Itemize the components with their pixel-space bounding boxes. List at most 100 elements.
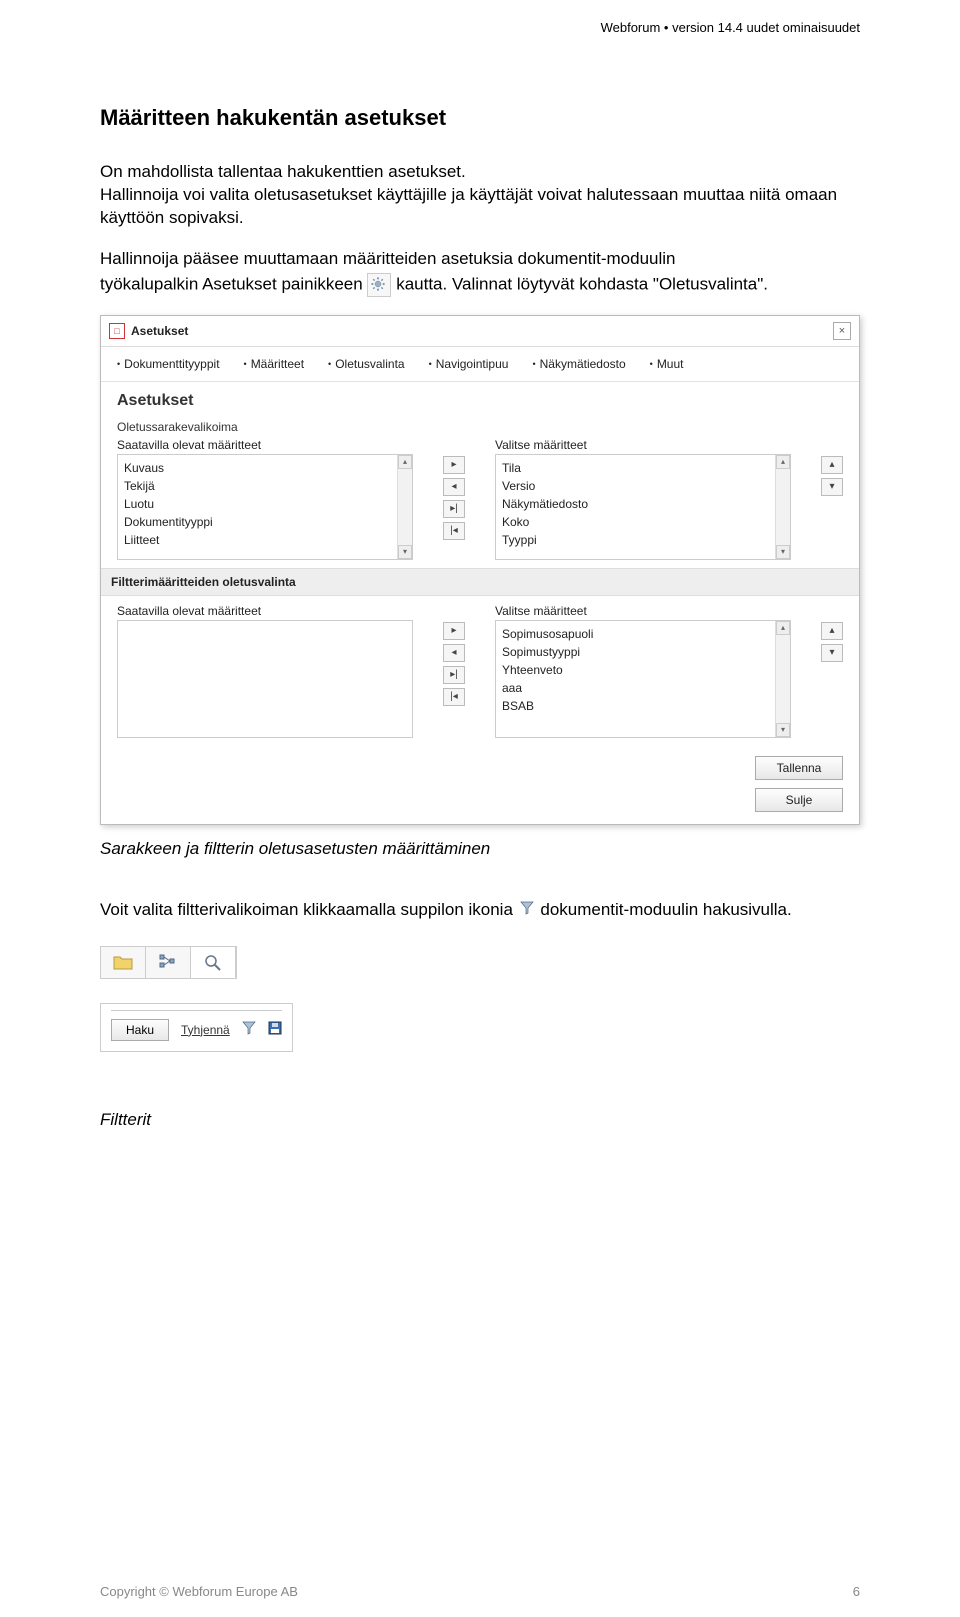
tab-label: Määritteet	[251, 357, 304, 371]
list-item[interactable]: Dokumentityyppi	[124, 513, 391, 531]
move-up-button[interactable]: ▴	[821, 456, 843, 474]
list-item[interactable]: Kuvaus	[124, 459, 391, 477]
tab-label: Navigointipuu	[436, 357, 509, 371]
list-item[interactable]: Sopimusosapuoli	[502, 625, 769, 643]
scrollbar[interactable]: ▴ ▾	[775, 455, 790, 559]
save-button[interactable]: Tallenna	[755, 756, 843, 780]
paragraph-3b-pre: työkalupalkin Asetukset painikkeen	[100, 274, 367, 293]
tab-tree[interactable]	[146, 947, 191, 978]
settings-dialog: □ Asetukset × •Dokumenttityyppit •Määrit…	[100, 315, 860, 825]
paragraph-4: Voit valita filtterivalikoiman klikkaama…	[100, 899, 860, 922]
move-all-right-button[interactable]: ▸|	[443, 500, 465, 518]
scroll-down-icon[interactable]: ▾	[776, 545, 790, 559]
scroll-up-icon[interactable]: ▴	[776, 455, 790, 469]
figure-caption-2: Filtterit	[100, 1110, 860, 1130]
toolbar-screenshot-1	[100, 946, 237, 979]
list-item[interactable]: Koko	[502, 513, 769, 531]
section-title: Määritteen hakukentän asetukset	[100, 105, 860, 131]
figure-caption-1: Sarakkeen ja filtterin oletusasetusten m…	[100, 839, 860, 859]
list-item[interactable]: Luotu	[124, 495, 391, 513]
move-down-button[interactable]: ▾	[821, 644, 843, 662]
search-button[interactable]: Haku	[111, 1019, 169, 1041]
section2-left-head: Saatavilla olevat määritteet	[117, 604, 413, 618]
paragraph-3b: työkalupalkin Asetukset painikkeen kautt…	[100, 273, 860, 297]
section2-right-listbox[interactable]: Sopimusosapuoli Sopimustyyppi Yhteenveto…	[495, 620, 791, 738]
paragraph-1: On mahdollista tallentaa hakukenttien as…	[100, 161, 860, 184]
tab-label: Näkymätiedosto	[540, 357, 626, 371]
gear-icon	[367, 273, 391, 297]
save-disk-icon[interactable]	[268, 1021, 282, 1038]
app-logo-icon: □	[109, 323, 125, 339]
dialog-title: Asetukset	[131, 324, 833, 338]
tab-doc-types[interactable]: •Dokumenttityyppit	[117, 357, 220, 371]
list-item[interactable]: Yhteenveto	[502, 661, 769, 679]
folder-icon	[113, 953, 133, 971]
magnifier-icon	[203, 953, 223, 971]
clear-link[interactable]: Tyhjennä	[181, 1023, 230, 1037]
scroll-up-icon[interactable]: ▴	[398, 455, 412, 469]
dialog-tabs: •Dokumenttityyppit •Määritteet •Oletusva…	[101, 347, 859, 382]
scroll-down-icon[interactable]: ▾	[776, 723, 790, 737]
section1-left-listbox[interactable]: Kuvaus Tekijä Luotu Dokumentityyppi Liit…	[117, 454, 413, 560]
move-down-button[interactable]: ▾	[821, 478, 843, 496]
list-item[interactable]: Sopimustyyppi	[502, 643, 769, 661]
move-right-button[interactable]: ▸	[443, 622, 465, 640]
list-item[interactable]: Tyyppi	[502, 531, 769, 549]
move-up-button[interactable]: ▴	[821, 622, 843, 640]
list-item[interactable]: Tekijä	[124, 477, 391, 495]
section1-right-head: Valitse määritteet	[495, 438, 791, 452]
tab-label: Muut	[657, 357, 684, 371]
scroll-up-icon[interactable]: ▴	[776, 621, 790, 635]
section1-left-head: Saatavilla olevat määritteet	[117, 438, 413, 452]
transfer-buttons: ▸ ◂ ▸| |◂	[443, 438, 465, 540]
close-button[interactable]: Sulje	[755, 788, 843, 812]
dialog-heading: Asetukset	[117, 392, 843, 410]
list-item[interactable]: Versio	[502, 477, 769, 495]
page-header-right: Webforum • version 14.4 uudet ominaisuud…	[100, 20, 860, 35]
tab-label: Dokumenttityyppit	[124, 357, 219, 371]
tab-default-selection[interactable]: •Oletusvalinta	[328, 357, 405, 371]
paragraph-4-post: dokumentit-moduulin hakusivulla.	[540, 900, 791, 919]
section2-left-listbox[interactable]	[117, 620, 413, 738]
transfer-buttons-2: ▸ ◂ ▸| |◂	[443, 604, 465, 706]
scrollbar[interactable]: ▴ ▾	[397, 455, 412, 559]
move-all-left-button[interactable]: |◂	[443, 688, 465, 706]
scroll-down-icon[interactable]: ▾	[398, 545, 412, 559]
page-footer: Copyright © Webforum Europe AB 6	[100, 1584, 860, 1599]
section1-group-label: Oletussarakevalikoima	[117, 420, 843, 434]
list-item[interactable]: aaa	[502, 679, 769, 697]
footer-page-number: 6	[853, 1584, 860, 1599]
funnel-icon[interactable]	[242, 1021, 256, 1038]
searchbar-screenshot: Haku Tyhjennä	[100, 1003, 293, 1052]
tab-view-file[interactable]: •Näkymätiedosto	[532, 357, 625, 371]
paragraph-2: Hallinnoija voi valita oletusasetukset k…	[100, 184, 860, 230]
tab-label: Oletusvalinta	[335, 357, 404, 371]
move-all-left-button[interactable]: |◂	[443, 522, 465, 540]
paragraph-4-pre: Voit valita filtterivalikoiman klikkaama…	[100, 900, 518, 919]
dialog-titlebar: □ Asetukset ×	[101, 316, 859, 347]
move-left-button[interactable]: ◂	[443, 478, 465, 496]
move-right-button[interactable]: ▸	[443, 456, 465, 474]
tab-nav-tree[interactable]: •Navigointipuu	[429, 357, 509, 371]
list-item[interactable]: Näkymätiedosto	[502, 495, 769, 513]
footer-copyright: Copyright © Webforum Europe AB	[100, 1584, 298, 1599]
paragraph-3b-post: kautta. Valinnat löytyvät kohdasta "Olet…	[396, 274, 768, 293]
tab-search[interactable]	[191, 947, 236, 978]
move-left-button[interactable]: ◂	[443, 644, 465, 662]
list-item[interactable]: BSAB	[502, 697, 769, 715]
paragraph-3a: Hallinnoija pääsee muuttamaan määritteid…	[100, 248, 860, 271]
order-buttons: ▴ ▾	[821, 438, 843, 496]
funnel-icon	[520, 899, 534, 922]
list-item[interactable]: Tila	[502, 459, 769, 477]
tab-other[interactable]: •Muut	[650, 357, 684, 371]
order-buttons-2: ▴ ▾	[821, 604, 843, 662]
section2-right-head: Valitse määritteet	[495, 604, 791, 618]
move-all-right-button[interactable]: ▸|	[443, 666, 465, 684]
tab-folder[interactable]	[101, 947, 146, 978]
close-icon[interactable]: ×	[833, 322, 851, 340]
section1-right-listbox[interactable]: Tila Versio Näkymätiedosto Koko Tyyppi ▴…	[495, 454, 791, 560]
section2-band: Filtterimääritteiden oletusvalinta	[101, 568, 859, 596]
list-item[interactable]: Liitteet	[124, 531, 391, 549]
scrollbar[interactable]: ▴ ▾	[775, 621, 790, 737]
tab-attributes[interactable]: •Määritteet	[244, 357, 305, 371]
